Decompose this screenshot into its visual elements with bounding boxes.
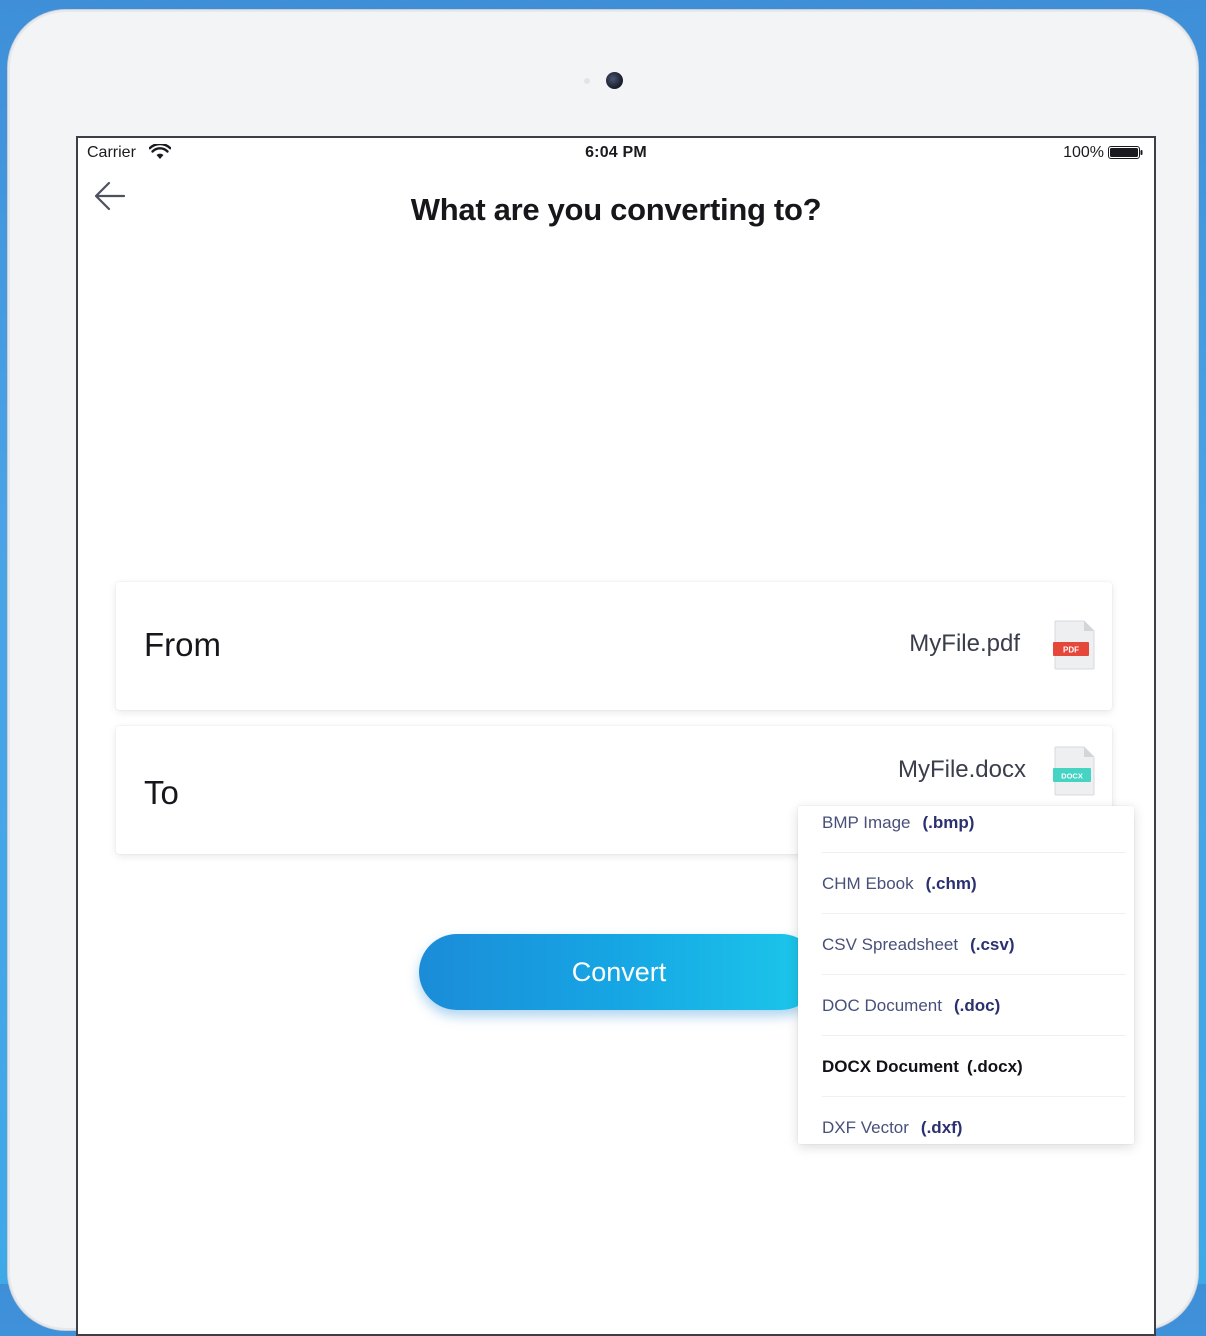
format-option-dxf[interactable]: DXF Vector (.dxf): [798, 1097, 1134, 1144]
ipad-frame: Carrier 6:04 PM 100% What are you conver…: [8, 10, 1198, 1336]
format-option-chm[interactable]: CHM Ebook (.chm): [798, 853, 1134, 914]
format-name: DOC Document: [822, 995, 942, 1015]
format-name: DOCX Document: [822, 1056, 959, 1076]
convert-button[interactable]: Convert: [419, 934, 819, 1010]
format-option-bmp[interactable]: BMP Image (.bmp): [798, 806, 1134, 853]
pdf-file-icon: PDF: [1053, 620, 1095, 670]
format-option-doc[interactable]: DOC Document (.doc): [798, 975, 1134, 1036]
pdf-icon-label: PDF: [1063, 646, 1079, 655]
front-camera: [606, 72, 623, 89]
format-option-content: CSV Spreadsheet (.csv): [822, 914, 1015, 975]
format-extension: (.docx): [966, 1056, 1023, 1076]
battery-percentage: 100%: [1063, 144, 1104, 161]
from-label: From: [144, 626, 221, 663]
format-option-csv[interactable]: CSV Spreadsheet (.csv): [798, 914, 1134, 975]
camera-sensor: [584, 78, 590, 84]
format-extension: (.bmp): [922, 812, 975, 832]
format-extension: (.chm): [925, 873, 977, 893]
status-bar: Carrier 6:04 PM 100%: [78, 138, 1154, 168]
page-title: What are you converting to?: [410, 192, 822, 227]
format-option-content: DOC Document (.doc): [822, 975, 1000, 1036]
from-file-card[interactable]: From MyFile.pdf PDF: [116, 582, 1112, 710]
from-file-name: MyFile.pdf: [909, 630, 1020, 657]
docx-icon-label: DOCX: [1061, 772, 1083, 781]
app-screen: Carrier 6:04 PM 100% What are you conver…: [76, 136, 1156, 1336]
format-option-docx[interactable]: DOCX Document (.docx): [798, 1036, 1134, 1097]
format-extension: (.csv): [970, 934, 1015, 954]
format-name: CHM Ebook: [822, 873, 914, 893]
format-option-content: DXF Vector (.dxf): [822, 1097, 962, 1144]
format-option-content: CHM Ebook (.chm): [822, 853, 977, 914]
to-label: To: [144, 774, 179, 811]
format-option-content: BMP Image (.bmp): [822, 806, 974, 853]
to-file-name[interactable]: MyFile.docx: [898, 756, 1026, 784]
format-dropdown: BMP Image (.bmp) CHM Ebook (.chm) CSV Spread…: [798, 806, 1134, 1144]
format-name: DXF Vector: [822, 1117, 909, 1137]
format-extension: (.dxf): [920, 1117, 963, 1137]
status-time: 6:04 PM: [585, 144, 647, 161]
format-extension: (.doc): [953, 995, 1001, 1015]
format-name: CSV Spreadsheet: [822, 934, 959, 954]
battery-icon: [1108, 146, 1143, 159]
format-option-content: DOCX Document (.docx): [822, 1036, 1023, 1097]
format-name: BMP Image: [822, 812, 911, 832]
docx-file-icon[interactable]: DOCX: [1052, 746, 1096, 796]
